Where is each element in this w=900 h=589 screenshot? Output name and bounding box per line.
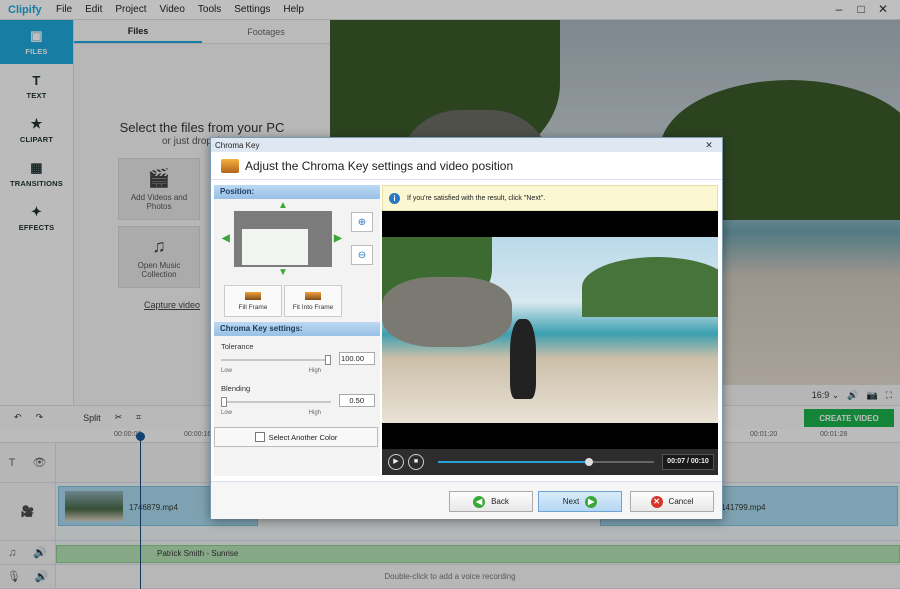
play-button[interactable]: ▶ [388,454,404,470]
next-label: Next [562,497,580,506]
stop-button[interactable]: ■ [408,454,424,470]
video-player-controls: ▶ ■ 00:07 / 00:10 [382,449,718,475]
high-label: High [308,368,321,374]
fit-into-frame-label: Fit Into Frame [292,303,334,311]
cancel-icon: ✕ [650,495,663,508]
cancel-button[interactable]: ✕ Cancel [630,491,714,512]
fit-into-frame-icon [305,291,321,300]
blending-label: Blending [221,384,251,393]
fill-frame-button[interactable]: Fill Frame [224,285,282,317]
info-icon: i [389,192,400,204]
seek-handle[interactable] [585,458,594,466]
arrow-up-icon[interactable]: ▲ [278,200,288,211]
fit-into-frame-button[interactable]: Fit Into Frame [284,285,342,317]
arrow-down-icon[interactable]: ▼ [278,267,288,278]
low-label: Low [221,410,233,416]
next-arrow-icon: ▶ [585,495,598,508]
position-section-header: Position: [214,185,380,199]
tolerance-slider-handle[interactable] [325,355,331,365]
chroma-section-header: Chroma Key settings: [214,322,380,336]
tolerance-stepper[interactable]: 100.00 [339,352,375,365]
back-button[interactable]: ◀ Back [449,491,533,512]
fill-frame-label: Fill Frame [238,303,268,311]
tolerance-label: Tolerance [221,342,254,351]
select-another-color-button[interactable]: Select Another Color [214,427,378,447]
blending-slider-handle[interactable] [221,397,227,407]
dialog-footer: ◀ Back Next ▶ ✕ Cancel [211,481,722,519]
fill-frame-icon [245,291,261,300]
dialog-title: Chroma Key [215,140,260,150]
frame-rock [382,277,512,347]
video-frame [382,237,718,423]
cancel-label: Cancel [668,497,694,506]
next-button[interactable]: Next ▶ [538,491,622,512]
tolerance-range: Low High [221,368,321,374]
tolerance-slider[interactable] [221,355,331,365]
seek-bar[interactable] [438,458,654,466]
position-frame [242,229,308,265]
frame-person [510,319,536,399]
blending-range: Low High [221,410,321,416]
seek-progress [438,461,590,463]
blending-slider[interactable] [221,397,331,407]
info-text: If you're satisfied with the result, cli… [407,194,546,202]
position-preview[interactable] [234,211,332,267]
high-label: High [308,410,321,416]
zoom-in-button[interactable]: ⊕ [351,212,373,232]
chroma-key-dialog: Chroma Key ✕ Adjust the Chroma Key setti… [210,137,723,519]
frame-island [582,257,718,317]
back-label: Back [491,497,509,506]
info-banner: i If you're satisfied with the result, c… [382,185,718,211]
time-display: 00:07 / 00:10 [662,454,714,470]
chroma-video-preview [382,211,718,449]
arrow-left-icon[interactable]: ◀ [222,233,230,244]
select-color-label: Select Another Color [268,432,338,442]
settings-column: Position: ▲ ▼ ◀ ▶ ⊕ ⊖ Fill Frame Fit Int… [214,185,380,476]
dialog-close-button[interactable]: ✕ [698,139,720,151]
chroma-key-icon [221,158,239,173]
arrow-right-icon[interactable]: ▶ [334,233,342,244]
color-swatch [254,432,265,442]
back-arrow-icon: ◀ [473,495,486,508]
zoom-out-button[interactable]: ⊖ [351,245,373,265]
dialog-header: Adjust the Chroma Key settings and video… [211,152,722,180]
blending-stepper[interactable]: 0.50 [339,394,375,407]
dialog-titlebar: Chroma Key ✕ [211,138,722,152]
dialog-heading: Adjust the Chroma Key settings and video… [245,158,514,173]
low-label: Low [221,368,233,374]
